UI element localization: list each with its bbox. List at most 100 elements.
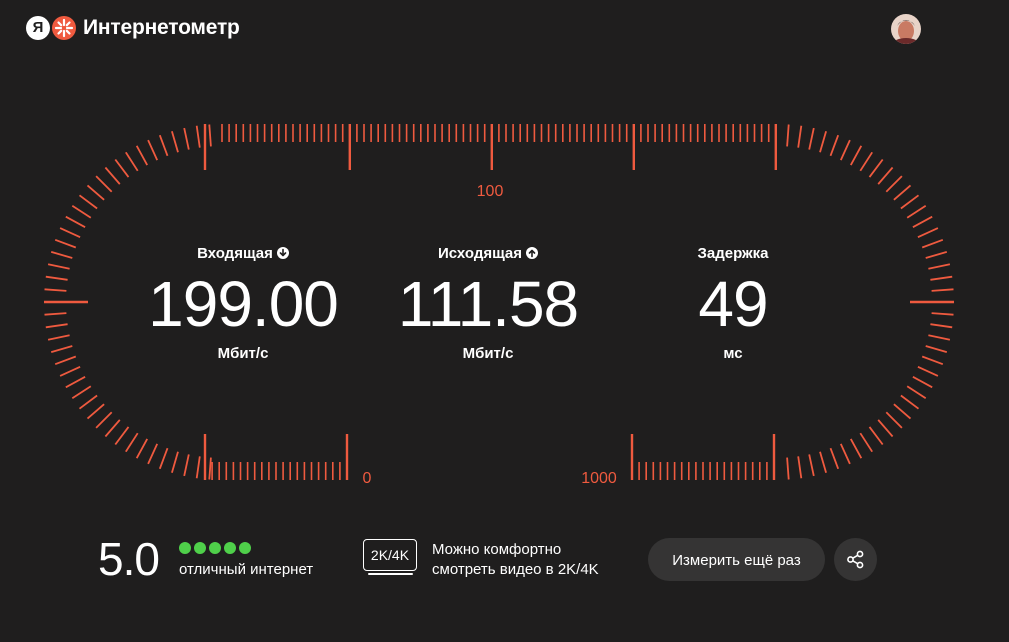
- gauge-tick: [829, 134, 840, 157]
- gauge-tick: [931, 288, 954, 292]
- gauge-tick: [44, 312, 67, 316]
- latency-metric: Задержка 49 мс: [613, 244, 853, 364]
- gauge-tick: [183, 454, 190, 477]
- gauge-tick: [71, 205, 92, 219]
- share-button[interactable]: [834, 538, 877, 581]
- retry-button[interactable]: Измерить ещё раз: [648, 538, 825, 581]
- gauge-tick: [877, 419, 894, 438]
- upload-label: Исходящая: [437, 245, 523, 262]
- gauge-tick: [808, 454, 815, 477]
- gauge-tick: [54, 238, 77, 249]
- gauge-tick: [885, 411, 903, 429]
- quality-badge: 2K/4K: [363, 539, 417, 571]
- quality-line-1: Можно комфортно: [432, 541, 562, 558]
- gauge-tick: [859, 432, 873, 453]
- upload-value: 111.58: [397, 268, 579, 340]
- gauge-tick: [912, 376, 933, 389]
- latency-value: 49: [698, 268, 768, 340]
- rating-dot: [239, 542, 251, 554]
- scale-label-top: 100: [477, 183, 504, 200]
- gauge-tick: [59, 227, 81, 239]
- gauge-tick: [125, 432, 139, 453]
- gauge-tick: [931, 312, 954, 316]
- gauge-tick: [59, 365, 81, 377]
- gauge-tick: [906, 205, 927, 219]
- gauge-tick: [906, 385, 927, 399]
- rating-dot: [179, 542, 191, 554]
- gauge-tick: [917, 227, 939, 239]
- gauge-tick: [885, 175, 903, 193]
- gauge-tick: [171, 130, 179, 153]
- scale-label-max: 1000: [581, 470, 617, 487]
- gauge-tick: [50, 251, 73, 259]
- latency-unit: мс: [723, 345, 743, 362]
- gauge-tick: [65, 215, 86, 228]
- gauge-tick: [808, 127, 815, 150]
- gauge-tick: [195, 125, 201, 148]
- gauge-tick: [158, 134, 169, 157]
- gauge-tick: [786, 124, 790, 147]
- latency-label: Задержка: [697, 245, 769, 262]
- rating-dot: [194, 542, 206, 554]
- gauge-tick: [104, 166, 121, 185]
- gauge-tick: [819, 451, 827, 474]
- gauge-tick: [208, 457, 212, 480]
- gauge-tick: [95, 411, 113, 429]
- download-label: Входящая: [197, 245, 273, 262]
- rating-score: 5.0: [98, 533, 160, 585]
- gauge-tick: [797, 125, 803, 148]
- gauge-tick: [917, 365, 939, 377]
- upload-label-row: Исходящая: [368, 244, 608, 264]
- gauge-tick: [868, 158, 884, 178]
- gauge-tick: [104, 419, 121, 438]
- gauge-tick: [797, 456, 803, 479]
- gauge-tick: [208, 124, 212, 147]
- gauge-tick: [195, 456, 201, 479]
- gauge-tick: [183, 127, 190, 150]
- gauge-tick: [54, 355, 77, 366]
- rating-text: отличный интернет: [179, 561, 314, 578]
- gauge-tick: [928, 263, 951, 270]
- gauge-tick: [158, 447, 169, 470]
- gauge-tick: [912, 215, 933, 228]
- gauge-tick: [819, 130, 827, 153]
- gauge-tick: [125, 151, 139, 172]
- gauge-tick: [135, 438, 148, 459]
- arrow-down-icon: [276, 247, 289, 259]
- gauge-tick: [877, 166, 894, 185]
- download-value: 199.00: [148, 268, 339, 340]
- gauge-tick: [47, 263, 70, 270]
- gauge-tick: [930, 275, 953, 281]
- gauge-tick: [925, 251, 948, 259]
- gauge-tick: [95, 175, 113, 193]
- gauge-tick: [850, 145, 863, 166]
- gauge-tick: [45, 323, 68, 329]
- monitor-stand: [368, 573, 413, 575]
- upload-unit: Мбит/с: [462, 345, 514, 362]
- gauge-tick: [928, 334, 951, 341]
- gauge-tick: [44, 288, 67, 292]
- gauge-tick: [86, 184, 105, 201]
- gauge-tick: [114, 426, 130, 446]
- upload-metric: Исходящая 111.58 Мбит/с: [368, 244, 608, 364]
- gauge-tick: [900, 194, 920, 210]
- gauge-tick: [78, 194, 98, 210]
- rating-dots: [179, 542, 251, 555]
- gauge-tick: [86, 403, 105, 420]
- video-quality-icon: 2K/4K: [363, 539, 419, 577]
- gauge-tick: [65, 376, 86, 389]
- gauge-tick: [925, 345, 948, 353]
- rating-dot: [209, 542, 221, 554]
- gauge-tick: [921, 238, 944, 249]
- gauge-tick: [900, 394, 920, 410]
- gauge-tick: [45, 275, 68, 281]
- gauge-tick: [839, 139, 851, 161]
- gauge-tick: [147, 139, 159, 161]
- gauge-tick: [829, 447, 840, 470]
- gauge-tick: [921, 355, 944, 366]
- gauge-tick: [839, 443, 851, 465]
- gauge-tick: [147, 443, 159, 465]
- quality-line-2: смотреть видео в 2K/4K: [432, 561, 599, 578]
- gauge-tick: [135, 145, 148, 166]
- gauge-tick: [78, 394, 98, 410]
